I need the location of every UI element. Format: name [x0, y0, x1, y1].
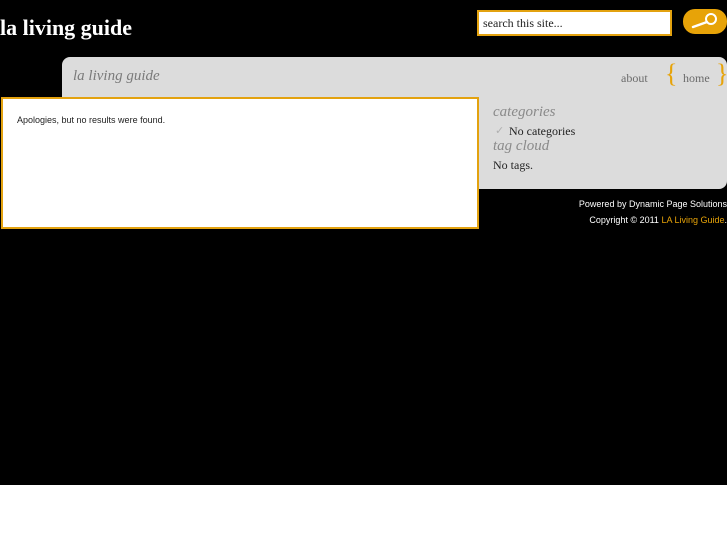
check-icon: ✓: [495, 124, 505, 137]
copyright-prefix: Copyright © 2011: [589, 215, 662, 225]
categories-heading: categories: [493, 104, 556, 120]
search-input[interactable]: [477, 10, 672, 36]
search-icon: [691, 13, 717, 29]
tag-cloud-heading: tag cloud: [493, 138, 550, 154]
nav-brace-left: {: [665, 59, 678, 88]
search-button[interactable]: [683, 9, 727, 34]
panel-title: la living guide: [73, 68, 160, 84]
site-title: la living guide: [0, 15, 133, 40]
nav-link-about[interactable]: about: [621, 71, 648, 86]
tag-cloud-empty: No tags.: [493, 158, 533, 172]
powered-by: Powered by Dynamic Page Solutions: [578, 199, 727, 209]
main-content: Apologies, but no results were found.: [1, 97, 479, 229]
copyright: Copyright © 2011 LA Living Guide.: [589, 215, 727, 225]
nav-link-home[interactable]: home: [683, 71, 710, 86]
nav-brace-right: }: [716, 61, 727, 87]
copyright-link[interactable]: LA Living Guide: [661, 215, 724, 225]
no-results-message: Apologies, but no results were found.: [17, 115, 166, 125]
category-item: No categories: [509, 124, 576, 138]
